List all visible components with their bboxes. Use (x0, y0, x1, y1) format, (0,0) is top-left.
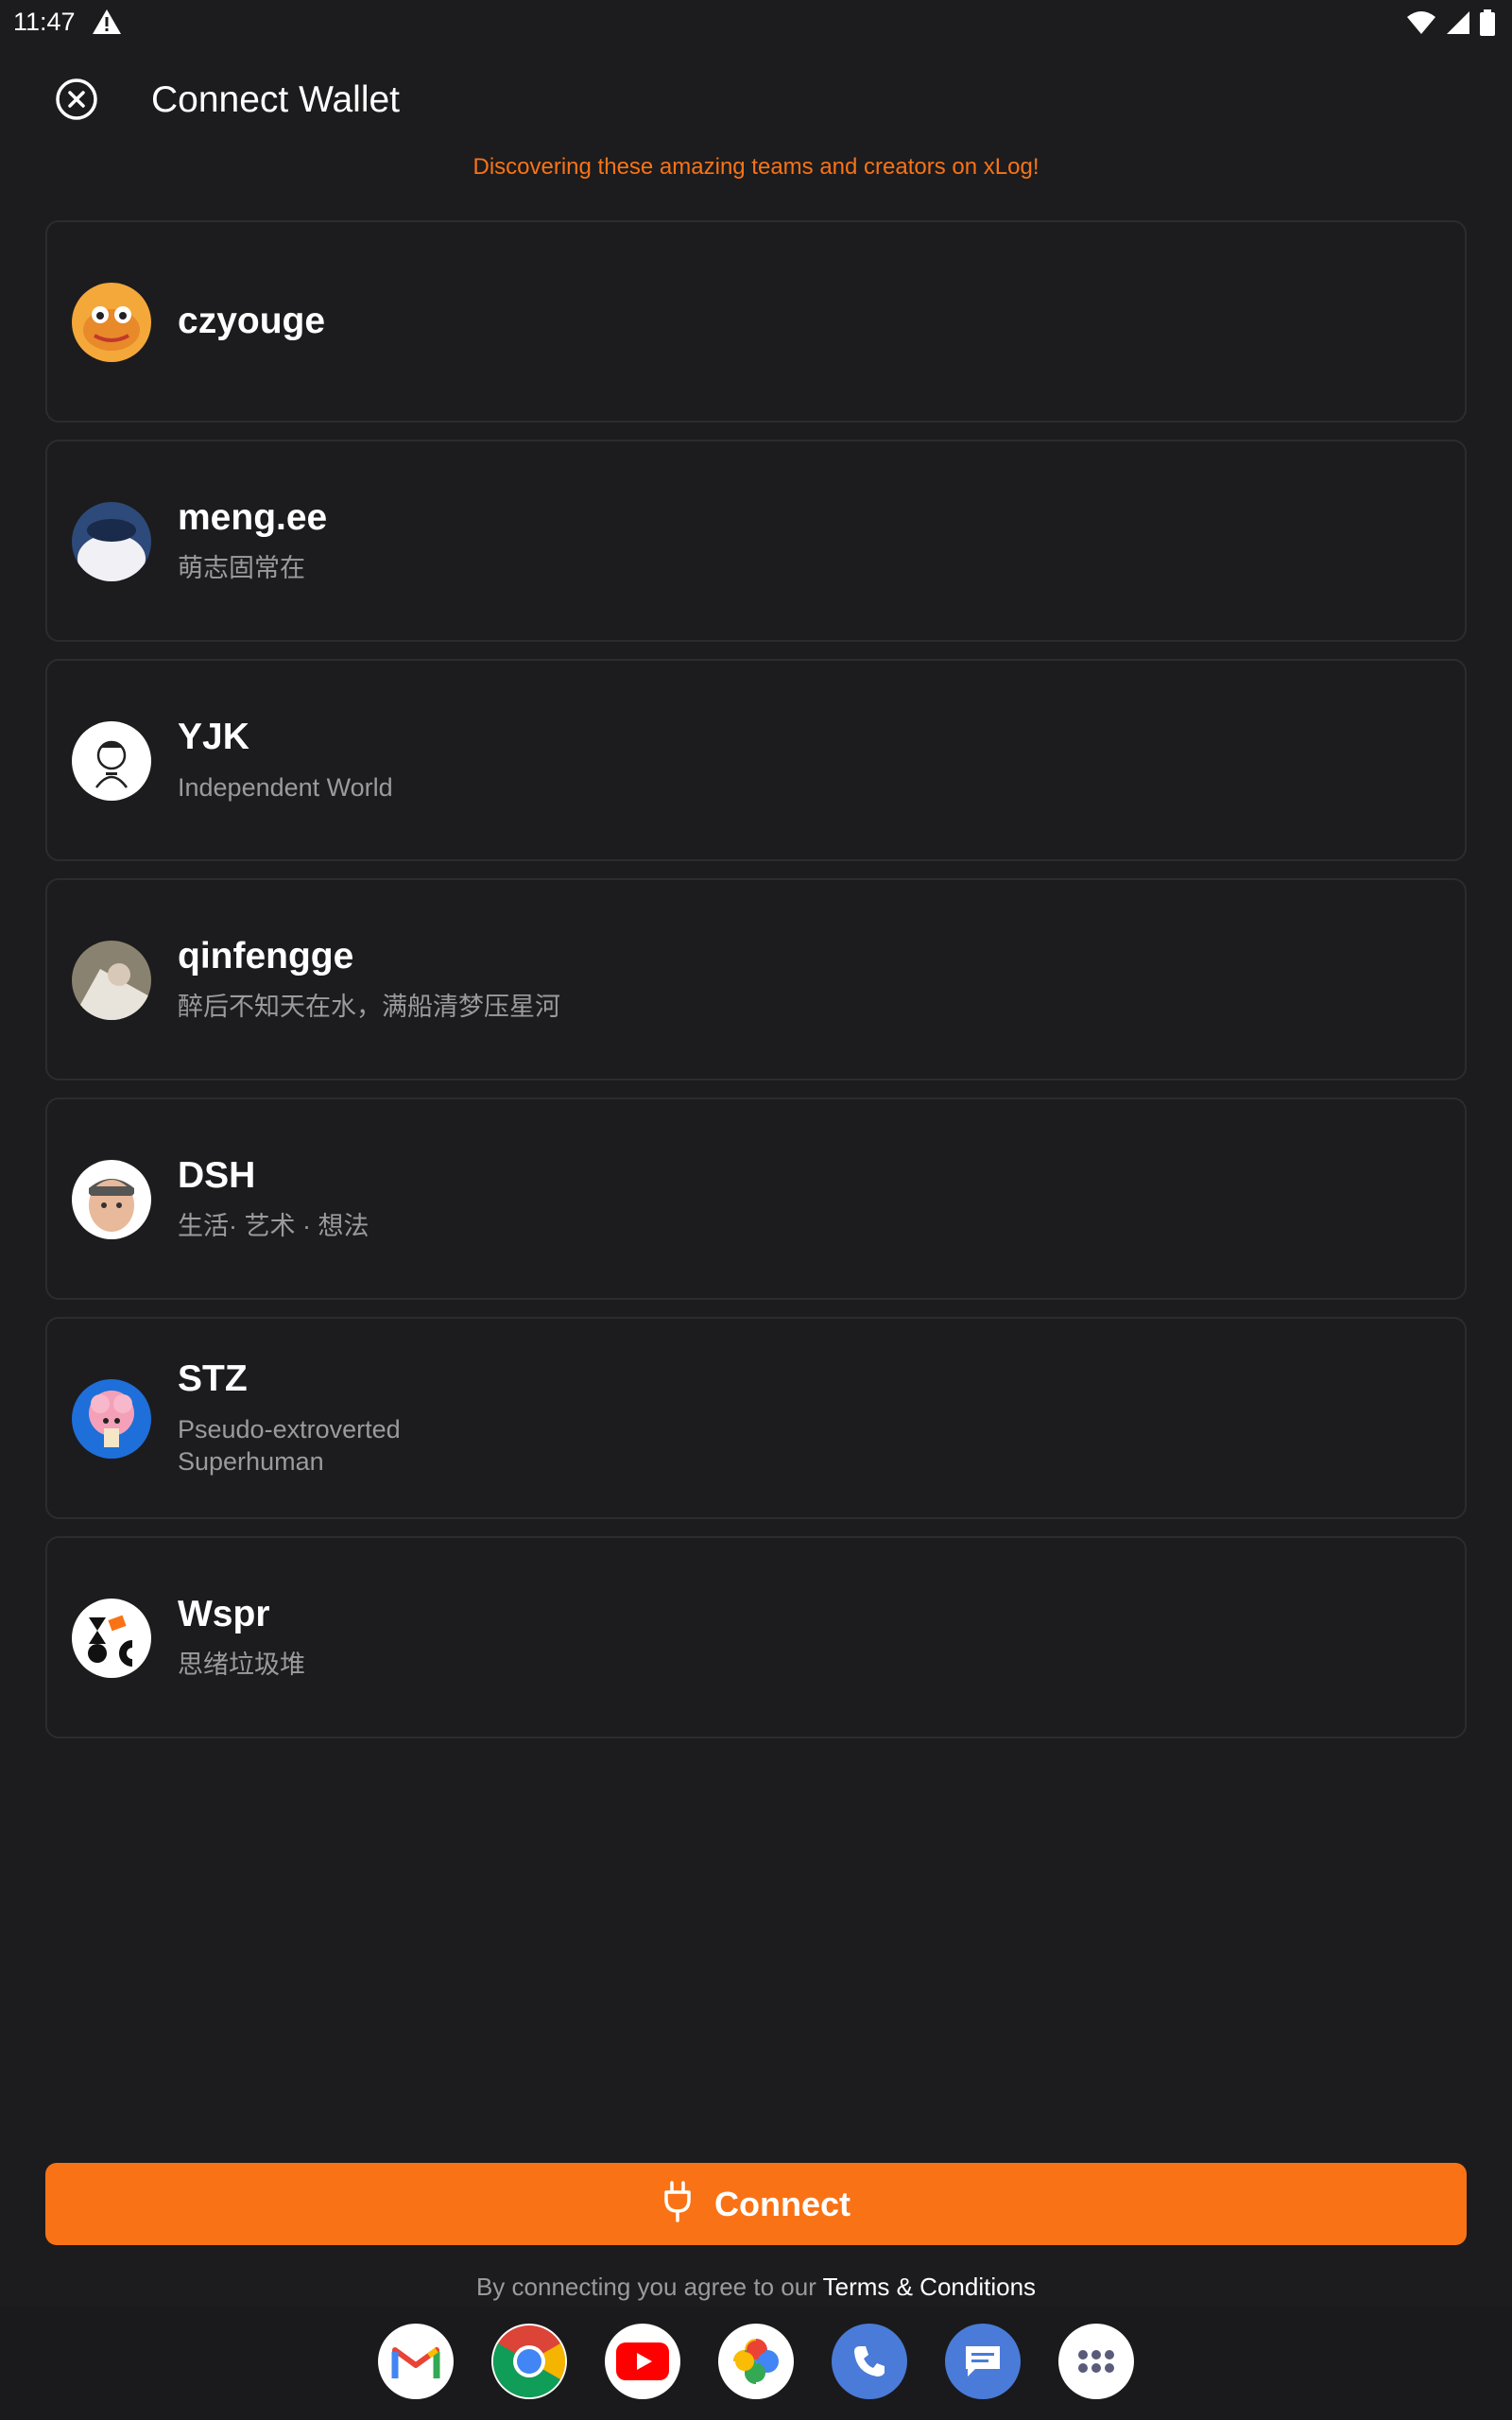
creator-card[interactable]: DSH 生活· 艺术 · 想法 (45, 1098, 1467, 1300)
wifi-icon (1406, 10, 1436, 40)
terms-text: By connecting you agree to our Terms & C… (0, 2273, 1512, 2302)
app-dock (0, 2307, 1512, 2420)
avatar (72, 941, 151, 1020)
terms-link[interactable]: Terms & Conditions (823, 2273, 1036, 2301)
creator-bio: 生活· 艺术 · 想法 (178, 1212, 369, 1240)
connect-button[interactable]: Connect (45, 2163, 1467, 2245)
avatar (72, 1379, 151, 1459)
terms-prefix: By connecting you agree to our (475, 2273, 823, 2301)
photos-icon[interactable] (718, 2324, 794, 2399)
youtube-icon[interactable] (605, 2324, 680, 2399)
creator-bio: 萌志固常在 (178, 554, 305, 582)
battery-icon (1480, 9, 1495, 41)
messages-icon[interactable] (945, 2324, 1021, 2399)
close-circle-icon (56, 78, 97, 120)
signal-icon (1446, 10, 1470, 40)
status-time: 11:47 (13, 8, 76, 36)
connect-label: Connect (714, 2184, 850, 2223)
creator-name: YJK (178, 717, 249, 757)
app-drawer-icon[interactable] (1058, 2324, 1134, 2399)
creator-bio: 醉后不知天在水，满船清梦压星河 (178, 993, 560, 1021)
phone-icon[interactable] (832, 2324, 907, 2399)
creator-name: meng.ee (178, 497, 328, 538)
creator-name: STZ (178, 1358, 248, 1399)
app-bar: Connect Wallet (0, 59, 1512, 142)
creator-card[interactable]: Wspr 思绪垃圾堆 (45, 1536, 1467, 1738)
creator-name: Wspr (178, 1594, 270, 1634)
avatar (72, 721, 151, 801)
page-title: Connect Wallet (151, 79, 401, 120)
avatar (72, 1160, 151, 1239)
gmail-icon[interactable] (378, 2324, 454, 2399)
creator-bio: 思绪垃圾堆 (178, 1651, 305, 1679)
creator-name: DSH (178, 1155, 256, 1196)
status-bar: 11:47 (0, 0, 1512, 47)
creator-card[interactable]: qinfengge 醉后不知天在水，满船清梦压星河 (45, 878, 1467, 1080)
creator-card[interactable]: czyouge (45, 220, 1467, 423)
warning-icon (92, 8, 122, 41)
creator-name: qinfengge (178, 936, 354, 977)
creator-card[interactable]: STZ Pseudo-extroverted Superhuman (45, 1317, 1467, 1519)
chrome-icon[interactable] (491, 2324, 567, 2399)
creator-list: czyouge meng.ee 萌志固常在 YJK Independent Wo… (45, 220, 1467, 1755)
creator-name: czyouge (178, 301, 326, 341)
close-button[interactable] (53, 76, 100, 123)
creator-card[interactable]: meng.ee 萌志固常在 (45, 440, 1467, 642)
discover-banner: Discovering these amazing teams and crea… (472, 154, 1040, 180)
creator-bio: Independent World (178, 773, 393, 802)
avatar (72, 283, 151, 362)
avatar (72, 502, 151, 581)
plug-icon (662, 2181, 694, 2227)
creator-bio: Pseudo-extroverted Superhuman (178, 1415, 401, 1476)
avatar (72, 1599, 151, 1678)
creator-card[interactable]: YJK Independent World (45, 659, 1467, 861)
